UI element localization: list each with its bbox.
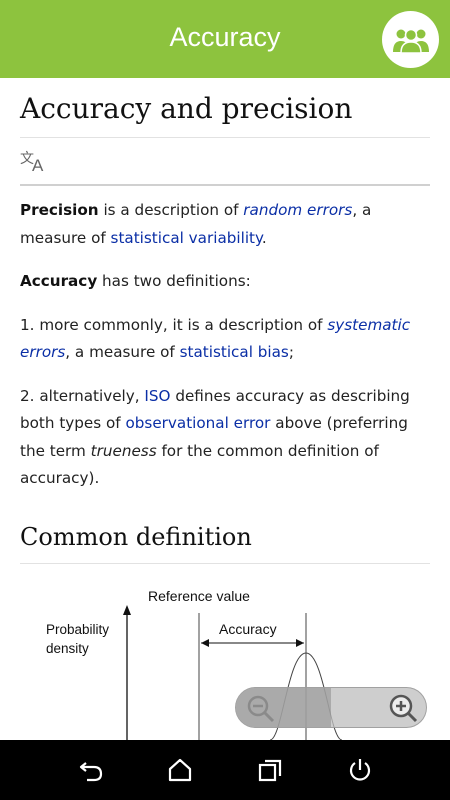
paragraph-accuracy: Accuracy has two definitions: [20,272,251,290]
translate-icon[interactable]: 文 A [20,149,48,173]
paragraph-definition-2: 2. alternatively, ISO defines accuracy a… [20,386,410,488]
zoom-out-icon[interactable] [246,694,276,724]
section-heading: Common definition [20,523,430,564]
paragraph-definition-1: 1. more commonly, it is a description of… [20,315,411,362]
figure-accuracy-arrowhead-left [201,639,209,647]
system-nav-bar [0,740,450,800]
figure-ylabel-2: density [46,641,89,656]
zoom-in-icon[interactable] [388,693,418,723]
svg-text:A: A [32,156,44,173]
back-icon[interactable] [78,757,104,783]
power-icon[interactable] [347,757,373,783]
home-icon[interactable] [167,757,193,783]
recents-icon[interactable] [257,757,283,783]
group-people-icon [392,28,429,54]
term-trueness: trueness [90,441,157,460]
link-statistical-bias[interactable]: statistical bias [180,343,289,361]
link-statistical-variability[interactable]: statistical variability [111,229,262,247]
app-bar: Accuracy [0,0,450,78]
term-accuracy: Accuracy [20,272,98,290]
figure-y-axis-arrow [123,605,131,615]
link-random-errors[interactable]: random errors [243,201,352,219]
figure-ylabel-1: Probability [46,622,109,637]
term-precision: Precision [20,201,99,219]
figure-accuracy-label: Accuracy [219,621,277,637]
figure-accuracy-arrowhead-right [296,639,304,647]
article-title: Accuracy and precision [20,92,430,138]
zoom-control[interactable] [235,687,427,728]
language-row[interactable]: 文 A [20,138,430,186]
link-iso[interactable]: ISO [144,387,170,405]
group-button[interactable] [382,11,439,68]
article-content: Accuracy and precision 文 A Precision is … [20,78,430,564]
link-observational-error[interactable]: observational error [125,414,270,432]
figure-reference-label: Reference value [148,588,250,604]
paragraph-precision: Precision is a description of random err… [20,201,372,247]
